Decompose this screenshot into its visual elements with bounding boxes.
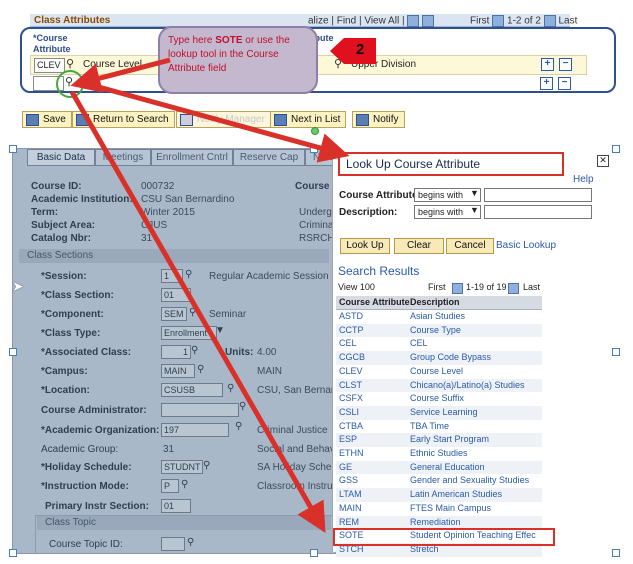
annotation-arrows xyxy=(69,57,350,534)
mouse-pointer-icon: ➤ xyxy=(12,278,24,294)
